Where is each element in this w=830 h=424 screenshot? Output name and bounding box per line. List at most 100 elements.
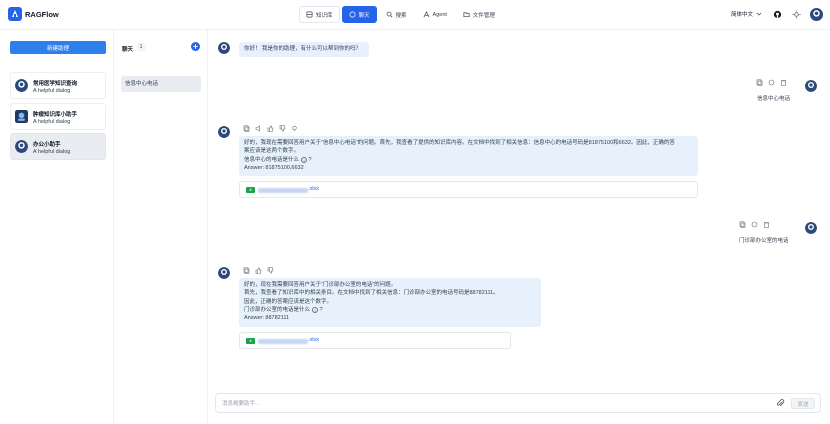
file-extension: .xlsx: [308, 337, 319, 343]
answer-question: 信息中心的电话是什么: [244, 156, 300, 163]
lightbulb-icon[interactable]: [291, 125, 298, 132]
ragflow-logo-icon[interactable]: [8, 7, 22, 21]
nav-label: Agent: [432, 11, 447, 18]
top-header: RAGFlow 知识库 聊天 搜索 Agent 文件管理 简体中文: [0, 0, 830, 30]
answer-line: Answer: 81875100,6632: [244, 164, 304, 171]
blurred-filename: [258, 339, 308, 344]
nav-agent[interactable]: Agent: [416, 6, 454, 23]
database-icon: [306, 11, 313, 18]
language-selector[interactable]: 简体中文: [731, 10, 762, 18]
plus-circle-icon[interactable]: [191, 42, 200, 51]
info-question-mark: ?: [308, 156, 312, 163]
assistant-card[interactable]: 办公小助手 A helpful dialog: [10, 133, 106, 160]
reference-file-card[interactable]: X .xlsx: [239, 181, 698, 198]
message-input[interactable]: [222, 398, 762, 409]
copy-icon[interactable]: [739, 221, 746, 228]
assistant-card[interactable]: 常用医学知识查询 A helpful dialog: [10, 72, 106, 99]
file-extension: .xlsx: [308, 186, 319, 192]
nav-knowledge-base[interactable]: 知识库: [299, 6, 340, 23]
assistant-greeting: 你好！ 我是你的助理，有什么可以帮到你的吗？: [239, 42, 369, 57]
assistant-avatar-icon: [15, 79, 28, 92]
message-actions: [243, 125, 298, 132]
assistant-answer: 好的，现在我需要回答用户关于“门诊部办公室的电话”的问题。 首先，我查看了知识库…: [239, 278, 541, 327]
github-icon[interactable]: [773, 10, 782, 19]
conversation-item[interactable]: 信息中心电话: [121, 76, 201, 92]
answer-line: 信息中心的电话是什么 i ?: [244, 156, 693, 164]
assistant-avatar-icon: [218, 42, 230, 54]
conversation-list: 聊天 1 信息中心电话: [114, 30, 208, 424]
nav-label: 聊天: [358, 12, 370, 19]
speaker-icon[interactable]: [255, 125, 262, 132]
assistant-desc: A helpful dialog: [33, 88, 71, 94]
assistant-avatar-icon: [218, 126, 230, 138]
assistant-card[interactable]: 肿瘤知识库小助手 A helpful dialog: [10, 103, 106, 130]
info-icon[interactable]: i: [301, 156, 308, 163]
answer-question: 门诊部办公室的电话是什么: [244, 306, 311, 313]
new-assistant-button[interactable]: 新建助理: [10, 41, 106, 54]
copy-icon[interactable]: [756, 79, 763, 86]
user-avatar-icon: [805, 222, 817, 234]
blurred-filename: [258, 188, 308, 193]
chevron-down-icon: [756, 12, 762, 16]
message-actions: [756, 79, 787, 86]
regenerate-icon[interactable]: [768, 79, 775, 86]
conversation-title: 聊天: [122, 47, 134, 53]
chat-area: 你好！ 我是你的助理，有什么可以帮到你的吗？ 信息中心电话 好的，我现在需要回答…: [208, 30, 830, 424]
answer-line: 好的，现在我需要回答用户关于“门诊部办公室的电话”的问题。: [244, 282, 397, 288]
agent-icon: [423, 11, 429, 18]
answer-line: 好的，我现在需要回答用户关于“信息中心电话”的问题。首先，我查看了提供的知识库内…: [244, 140, 675, 146]
copy-icon[interactable]: [243, 267, 250, 274]
brand-name: RAGFlow: [25, 10, 59, 19]
thumbs-down-icon[interactable]: [267, 267, 274, 274]
delete-icon[interactable]: [763, 221, 770, 228]
chat-bubble-icon: [349, 11, 355, 18]
reference-file-card[interactable]: X .xlsx: [239, 332, 511, 349]
assistant-avatar-icon: [15, 110, 28, 123]
message-actions: [739, 221, 770, 228]
delete-icon[interactable]: [780, 79, 787, 86]
info-question-mark: ?: [319, 306, 323, 313]
excel-file-icon: X: [246, 187, 255, 193]
thumbs-up-icon[interactable]: [255, 267, 262, 274]
send-button[interactable]: 发送: [791, 398, 815, 409]
sun-icon[interactable]: [792, 10, 801, 19]
copy-icon[interactable]: [243, 125, 250, 132]
assistant-name: 肿瘤知识库小助手: [33, 112, 78, 118]
paperclip-icon[interactable]: [776, 399, 785, 408]
nav-label: 知识库: [316, 12, 333, 19]
assistant-desc: A helpful dialog: [33, 149, 71, 155]
nav-label: 搜索: [395, 12, 407, 19]
main-nav: 知识库 聊天 搜索 Agent 文件管理: [299, 6, 502, 23]
assistant-avatar-icon: [15, 140, 28, 153]
thumbs-down-icon[interactable]: [279, 125, 286, 132]
search-icon: [386, 11, 392, 18]
answer-line: 首先，我查看了知识库中的相关条目。在文档中找到了相关信息：门诊部办公室的电话号码…: [244, 290, 499, 297]
user-message: 门诊部办公室的电话: [739, 238, 789, 244]
regenerate-icon[interactable]: [751, 221, 758, 228]
assistant-answer: 好的，我现在需要回答用户关于“信息中心电话”的问题。首先，我查看了提供的知识库内…: [239, 136, 698, 176]
nav-search[interactable]: 搜索: [379, 6, 414, 23]
answer-line: 案应该是这两个数字。: [244, 148, 300, 155]
assistant-sidebar: 新建助理 常用医学知识查询 A helpful dialog 肿瘤知识库小助手 …: [0, 30, 114, 424]
conversation-count-badge: 1: [136, 42, 146, 52]
excel-file-icon: X: [246, 338, 255, 344]
message-input-box: 发送: [215, 393, 821, 413]
nav-label: 文件管理: [472, 12, 495, 19]
assistant-avatar-icon: [218, 267, 230, 279]
nav-chat[interactable]: 聊天: [341, 6, 377, 23]
nav-file-management[interactable]: 文件管理: [456, 6, 502, 23]
info-icon[interactable]: i: [312, 306, 319, 313]
user-avatar-icon[interactable]: [810, 8, 823, 21]
answer-line: 门诊部办公室的电话是什么 i ?: [244, 306, 536, 314]
assistant-desc: A helpful dialog: [33, 119, 71, 125]
answer-line: Answer: 88782111: [244, 315, 290, 322]
user-avatar-icon: [805, 80, 817, 92]
answer-line: 因此，正确的答案应该是这个数字。: [244, 298, 333, 305]
assistant-name: 办公小助手: [33, 142, 61, 148]
message-actions: [243, 267, 274, 274]
user-message: 信息中心电话: [757, 96, 791, 102]
folder-icon: [463, 12, 470, 18]
thumbs-up-icon[interactable]: [267, 125, 274, 132]
language-label: 简体中文: [731, 12, 754, 18]
assistant-name: 常用医学知识查询: [33, 81, 78, 87]
